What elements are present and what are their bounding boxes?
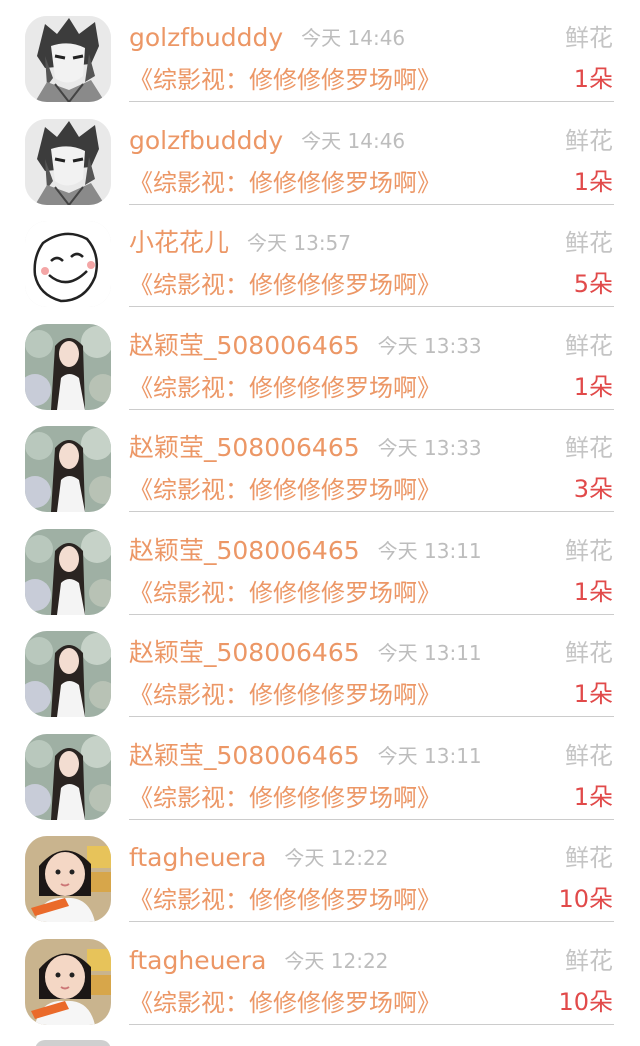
anime-boy-avatar-icon[interactable] bbox=[25, 16, 111, 102]
record-time: 今天 13:11 bbox=[377, 538, 482, 563]
user-name[interactable]: ftagheuera bbox=[129, 843, 266, 872]
book-title[interactable]: 《综影视：修修修修罗场啊》 bbox=[129, 268, 441, 302]
record-time: 今天 13:11 bbox=[377, 743, 482, 768]
user-name[interactable]: 赵颖莹_508006465 bbox=[129, 331, 360, 360]
gift-type: 鲜花 bbox=[565, 434, 613, 462]
gift-record-row[interactable]: 赵颖莹_508006465 今天 13:11 鲜花《综影视：修修修修罗场啊》 1朵 bbox=[0, 718, 640, 821]
book-title[interactable]: 《综影视：修修修修罗场啊》 bbox=[129, 371, 441, 405]
book-title[interactable]: 《综影视：修修修修罗场啊》 bbox=[129, 63, 441, 97]
record-time: 今天 13:11 bbox=[377, 641, 482, 665]
book-title[interactable]: 《综影视：修修修修罗场啊》 bbox=[129, 781, 441, 815]
gift-record-row[interactable]: 赵颖莹_508006465 今天 13:33 鲜花《综影视：修修修修罗场啊》 3朵 bbox=[0, 410, 640, 513]
user-name[interactable]: ftagheuera bbox=[129, 946, 266, 975]
child-photo-avatar-icon[interactable] bbox=[25, 938, 111, 1025]
woman-photo-avatar-icon[interactable] bbox=[25, 426, 111, 512]
gift-count: 1朵 bbox=[573, 680, 613, 708]
record-time: 今天 13:33 bbox=[377, 333, 482, 358]
gift-count: 10朵 bbox=[558, 987, 613, 1016]
gift-type: 鲜花 bbox=[565, 126, 613, 155]
gift-count: 1朵 bbox=[573, 372, 613, 401]
gift-type: 鲜花 bbox=[565, 536, 613, 565]
gift-count: 1朵 bbox=[573, 577, 613, 606]
partial-next-avatar bbox=[35, 1040, 111, 1046]
record-time: 今天 13:33 bbox=[377, 436, 482, 460]
user-name[interactable]: golzfbudddy bbox=[129, 126, 283, 155]
row-divider bbox=[129, 1023, 614, 1025]
user-name[interactable]: 赵颖莹_508006465 bbox=[129, 536, 360, 565]
gift-record-row[interactable]: ftagheuera 今天 12:22 鲜花《综影视：修修修修罗场啊》 10朵 bbox=[0, 820, 640, 923]
gift-record-row[interactable]: 小花花儿 今天 13:57 鲜花《综影视：修修修修罗场啊》 5朵 bbox=[0, 205, 640, 308]
record-time: 今天 12:22 bbox=[284, 948, 389, 973]
woman-photo-avatar-icon[interactable] bbox=[25, 323, 111, 410]
book-title[interactable]: 《综影视：修修修修罗场啊》 bbox=[129, 473, 441, 507]
smiley-doodle-avatar-icon[interactable] bbox=[25, 221, 111, 307]
gift-type: 鲜花 bbox=[565, 331, 613, 360]
book-title[interactable]: 《综影视：修修修修罗场啊》 bbox=[129, 166, 441, 200]
gift-count: 1朵 bbox=[573, 65, 613, 93]
gift-count: 10朵 bbox=[558, 885, 613, 913]
user-name[interactable]: 赵颖莹_508006465 bbox=[129, 741, 360, 770]
gift-type: 鲜花 bbox=[565, 24, 613, 52]
user-name[interactable]: 赵颖莹_508006465 bbox=[129, 433, 360, 462]
gift-count: 1朵 bbox=[573, 167, 613, 196]
gift-record-list[interactable]: golzfbudddy 今天 14:46 鲜花 《综影视：修修修修罗场啊》 1朵 golz… bbox=[0, 0, 640, 1046]
gift-record-row[interactable]: ftagheuera 今天 12:22 鲜花《综影视：修修修修罗场啊》 10朵 bbox=[0, 923, 640, 1026]
gift-type: 鲜花 bbox=[565, 639, 613, 667]
child-photo-avatar-icon[interactable] bbox=[25, 836, 111, 922]
record-time: 今天 13:57 bbox=[247, 231, 352, 255]
gift-count: 1朵 bbox=[573, 782, 613, 811]
gift-record-row[interactable]: golzfbudddy 今天 14:46 鲜花《综影视：修修修修罗场啊》 1朵 bbox=[0, 0, 640, 103]
gift-type: 鲜花 bbox=[565, 229, 613, 257]
gift-record-row[interactable]: 赵颖莹_508006465 今天 13:33 鲜花《综影视：修修修修罗场啊》 1朵 bbox=[0, 308, 640, 411]
anime-boy-avatar-icon[interactable] bbox=[25, 118, 111, 205]
woman-photo-avatar-icon[interactable] bbox=[25, 528, 111, 615]
gift-count: 3朵 bbox=[573, 475, 613, 503]
gift-record-row[interactable]: 赵颖莹_508006465 今天 13:11 鲜花《综影视：修修修修罗场啊》 1朵 bbox=[0, 615, 640, 718]
book-title[interactable]: 《综影视：修修修修罗场啊》 bbox=[129, 678, 441, 712]
user-name[interactable]: 赵颖莹_508006465 bbox=[129, 638, 360, 667]
gift-type: 鲜花 bbox=[565, 844, 613, 872]
gift-record-row[interactable]: golzfbudddy 今天 14:46 鲜花《综影视：修修修修罗场啊》 1朵 bbox=[0, 103, 640, 206]
gift-type: 鲜花 bbox=[565, 741, 613, 770]
record-time: 今天 14:46 bbox=[301, 26, 406, 50]
record-time: 今天 14:46 bbox=[301, 128, 406, 153]
gift-count: 5朵 bbox=[573, 270, 613, 298]
user-name[interactable]: golzfbudddy bbox=[129, 23, 283, 52]
woman-photo-avatar-icon[interactable] bbox=[25, 631, 111, 717]
gift-record-row[interactable]: 赵颖莹_508006465 今天 13:11 鲜花《综影视：修修修修罗场啊》 1朵 bbox=[0, 513, 640, 616]
book-title[interactable]: 《综影视：修修修修罗场啊》 bbox=[129, 883, 441, 917]
user-name[interactable]: 小花花儿 bbox=[129, 228, 229, 257]
book-title[interactable]: 《综影视：修修修修罗场啊》 bbox=[129, 986, 441, 1020]
gift-type: 鲜花 bbox=[565, 946, 613, 975]
record-time: 今天 12:22 bbox=[284, 846, 389, 870]
book-title[interactable]: 《综影视：修修修修罗场啊》 bbox=[129, 576, 441, 610]
woman-photo-avatar-icon[interactable] bbox=[25, 733, 111, 820]
